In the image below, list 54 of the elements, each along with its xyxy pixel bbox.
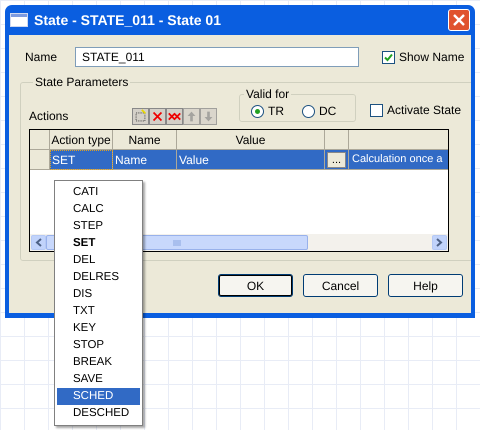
radio-button[interactable] [251, 104, 264, 118]
activate-state-checkbox[interactable] [370, 104, 383, 116]
dropdown-item[interactable]: DIS [57, 286, 140, 303]
column-header[interactable]: Name [113, 130, 177, 150]
dialog-button[interactable]: OK [218, 274, 293, 297]
column-header[interactable]: Action type [50, 130, 113, 150]
dropdown-item[interactable]: DESCHED [57, 405, 140, 422]
dialog-button[interactable]: Help [388, 274, 463, 297]
dropdown-item[interactable]: DELRES [57, 269, 140, 286]
dropdown-item[interactable]: CATI [57, 184, 140, 201]
delete-icon [150, 109, 165, 124]
radio-button[interactable] [302, 104, 315, 118]
dropdown-item[interactable]: DEL [57, 252, 140, 269]
activate-state-label: Activate State [387, 102, 462, 119]
name-label: Name [25, 49, 58, 66]
column-header[interactable]: Value [177, 130, 325, 150]
dropdown-item[interactable]: STOP [57, 337, 140, 354]
radio-label: TR [268, 103, 284, 120]
table-cell: Calculation once a [349, 150, 448, 170]
dropdown-item[interactable]: KEY [57, 320, 140, 337]
dropdown-item[interactable]: SAVE [57, 371, 140, 388]
radio-label: DC [319, 103, 336, 120]
dialog-button[interactable]: Cancel [303, 274, 378, 297]
close-icon [453, 14, 465, 26]
group-title: Valid for [245, 87, 290, 101]
browse-button[interactable]: ... [327, 152, 346, 168]
show-name-label: Show Name [399, 49, 464, 66]
dropdown-item[interactable]: CALC [57, 201, 140, 218]
row-header [30, 150, 50, 170]
actions-label: Actions [29, 108, 70, 125]
table-cell: Name [113, 150, 177, 170]
show-name-checkbox[interactable] [382, 50, 395, 64]
window-title: State - STATE_011 - State 01 [34, 10, 221, 30]
table-row[interactable]: SET Name Value ... Calculation once a [30, 150, 448, 170]
radio-dot [255, 108, 260, 114]
group-title: State Parameters [34, 75, 130, 89]
toolbar-button[interactable] [132, 108, 149, 125]
table-cell: SET [50, 150, 113, 170]
window-icon [10, 13, 28, 27]
dropdown-item[interactable]: SCHED [57, 388, 140, 405]
dropdown-item[interactable]: SET [57, 235, 140, 252]
row-header [30, 130, 50, 150]
close-button[interactable] [448, 9, 470, 31]
scroll-right-button[interactable] [432, 235, 447, 250]
dropdown-item[interactable]: STEP [57, 218, 140, 235]
dropdown-item[interactable]: BREAK [57, 354, 140, 371]
toolbar-button[interactable] [149, 108, 166, 125]
toolbar-button[interactable] [166, 108, 183, 125]
table-cell: Value [177, 150, 325, 170]
dropdown-item[interactable]: TXT [57, 303, 140, 320]
name-field[interactable]: STATE_011 [75, 47, 359, 67]
scroll-left-button[interactable] [31, 235, 46, 250]
grip-icon [173, 240, 181, 246]
new-item-icon [133, 109, 148, 124]
